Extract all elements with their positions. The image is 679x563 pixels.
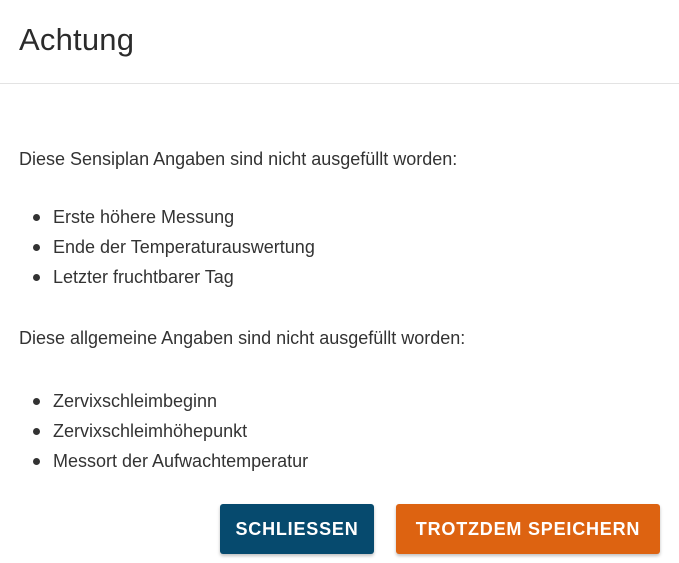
list-item-label: Messort der Aufwachtemperatur [53, 451, 309, 471]
dialog-title: Achtung [19, 22, 135, 57]
list-item: Ende der Temperaturauswertung [33, 232, 679, 262]
close-button[interactable]: SCHLIESSEN [220, 504, 374, 554]
bullet-icon [33, 458, 40, 465]
general-missing-list: Zervixschleimbeginn Zervixschleimhöhepun… [19, 386, 679, 476]
save-anyway-button[interactable]: TROTZDEM SPEICHERN [396, 504, 660, 554]
dialog-body: Diese Sensiplan Angaben sind nicht ausge… [0, 84, 679, 476]
sensiplan-missing-list: Erste höhere Messung Ende der Temperatur… [19, 202, 679, 292]
list-item-label: Letzter fruchtbarer Tag [53, 267, 234, 287]
bullet-icon [33, 274, 40, 281]
warning-dialog: Achtung Diese Sensiplan Angaben sind nic… [0, 0, 679, 563]
list-item: Zervixschleimbeginn [33, 386, 679, 416]
dialog-header: Achtung [0, 0, 679, 84]
list-item: Zervixschleimhöhepunkt [33, 416, 679, 446]
list-item-label: Zervixschleimhöhepunkt [53, 421, 248, 441]
bullet-icon [33, 214, 40, 221]
list-item: Erste höhere Messung [33, 202, 679, 232]
bullet-icon [33, 244, 40, 251]
list-item-label: Zervixschleimbeginn [53, 391, 218, 411]
list-item-label: Ende der Temperaturauswertung [53, 237, 315, 257]
general-missing-intro: Diese allgemeine Angaben sind nicht ausg… [19, 328, 466, 348]
bullet-icon [33, 428, 40, 435]
list-item-label: Erste höhere Messung [53, 207, 235, 227]
list-item: Messort der Aufwachtemperatur [33, 446, 679, 476]
bullet-icon [33, 398, 40, 405]
list-item: Letzter fruchtbarer Tag [33, 262, 679, 292]
dialog-actions: SCHLIESSEN TROTZDEM SPEICHERN [220, 504, 660, 554]
sensiplan-missing-intro: Diese Sensiplan Angaben sind nicht ausge… [19, 149, 458, 169]
